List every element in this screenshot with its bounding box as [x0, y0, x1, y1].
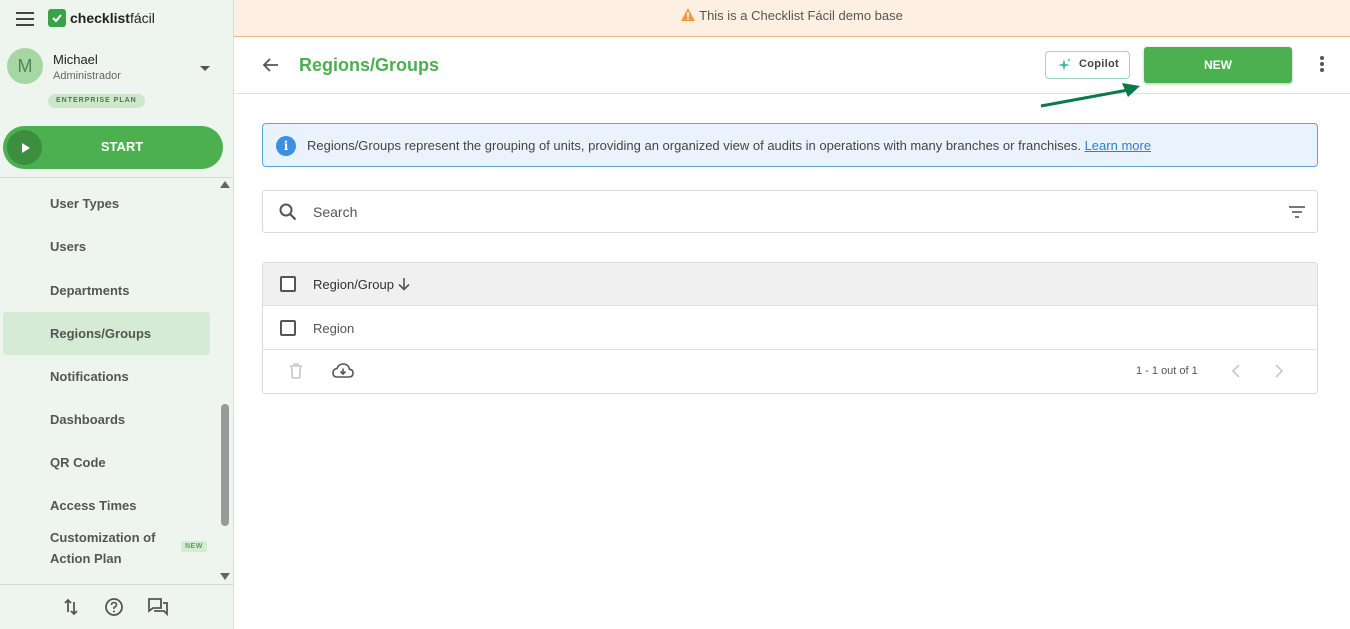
row-label: Region	[313, 321, 355, 336]
logo-text: checklistfácil	[70, 10, 155, 26]
user-menu-caret-icon[interactable]	[200, 66, 210, 71]
sidebar-item-label: Dashboards	[50, 412, 126, 427]
copilot-button-label: Copilot	[1079, 58, 1119, 70]
search-icon	[279, 203, 297, 226]
sidebar-item-label: User Types	[50, 196, 120, 211]
info-text: Regions/Groups represent the grouping of…	[307, 138, 1151, 153]
column-header-region-group[interactable]: Region/Group	[313, 277, 394, 292]
avatar[interactable]: M	[7, 48, 43, 84]
start-button-label: START	[100, 139, 144, 154]
chevron-right-icon[interactable]	[1274, 364, 1284, 383]
hamburger-menu-icon[interactable]	[16, 12, 34, 26]
demo-banner: This is a Checklist Fácil demo base	[234, 0, 1350, 37]
sidebar-item-customization-action-plan[interactable]: Customization of Action Plan NEW	[3, 527, 210, 571]
sidebar-item-departments[interactable]: Departments	[3, 269, 210, 312]
warning-icon	[681, 1, 696, 32]
user-name[interactable]: Michael	[53, 52, 98, 67]
sidebar-item-qr-code[interactable]: QR Code	[3, 441, 210, 484]
sidebar-item-label: Access Times	[50, 498, 137, 513]
chevron-left-icon[interactable]	[1231, 364, 1241, 383]
swap-vertical-icon[interactable]	[61, 597, 81, 617]
sidebar-item-users[interactable]: Users	[3, 225, 210, 268]
annotation-arrow-icon	[1040, 83, 1140, 108]
sidebar-item-label: Notifications	[50, 369, 129, 384]
checkmark-logo-icon	[48, 9, 66, 27]
info-icon: i	[276, 136, 296, 156]
sparkle-icon	[1056, 57, 1072, 78]
sidebar-menu: User Types Users Departments Regions/Gro…	[0, 178, 218, 583]
help-icon[interactable]	[104, 597, 124, 617]
new-badge: NEW	[181, 541, 207, 552]
search-input[interactable]	[313, 199, 1273, 224]
user-role: Administrador	[53, 70, 121, 82]
info-description: Regions/Groups represent the grouping of…	[307, 138, 1081, 153]
sidebar-item-label: Users	[50, 239, 87, 254]
more-options-icon[interactable]	[1316, 56, 1328, 76]
sidebar-item-dashboards[interactable]: Dashboards	[3, 398, 210, 441]
sidebar-header: checklistfácil	[0, 0, 233, 40]
trash-icon	[289, 362, 303, 385]
scroll-up-arrow-icon[interactable]	[220, 181, 230, 188]
select-all-checkbox[interactable]	[280, 276, 296, 292]
sidebar-item-label: Departments	[50, 283, 130, 298]
cloud-download-icon[interactable]	[331, 362, 355, 385]
table-header: Region/Group	[263, 263, 1317, 306]
page-title: Regions/Groups	[299, 55, 440, 75]
sidebar-scrollbar[interactable]	[221, 404, 229, 526]
sort-down-arrow-icon[interactable]	[397, 277, 411, 296]
app-logo[interactable]: checklistfácil	[48, 9, 155, 27]
new-button[interactable]: NEW	[1144, 47, 1292, 83]
sidebar-item-label: Regions/Groups	[50, 326, 152, 341]
learn-more-link[interactable]: Learn more	[1085, 138, 1151, 153]
filter-icon[interactable]	[1287, 204, 1307, 225]
start-button[interactable]: START	[3, 126, 223, 169]
plan-badge: ENTERPRISE PLAN	[48, 94, 145, 108]
regions-table: Region/Group Region 1 - 1 out of 1	[262, 262, 1318, 394]
banner-text: This is a Checklist Fácil demo base	[699, 8, 903, 23]
sidebar-item-user-types[interactable]: User Types	[3, 182, 210, 225]
sidebar-item-regions-groups[interactable]: Regions/Groups	[3, 312, 210, 355]
table-footer: 1 - 1 out of 1	[263, 350, 1317, 394]
sidebar-item-notifications[interactable]: Notifications	[3, 355, 210, 398]
sidebar-item-access-times[interactable]: Access Times	[3, 484, 210, 527]
row-checkbox[interactable]	[280, 320, 296, 336]
page-header: Regions/Groups Copilot NEW	[234, 37, 1350, 94]
copilot-button[interactable]: Copilot	[1045, 51, 1130, 79]
sidebar-item-label: QR Code	[50, 455, 106, 470]
table-row[interactable]: Region	[263, 306, 1317, 350]
scroll-down-arrow-icon[interactable]	[220, 573, 230, 580]
sidebar: checklistfácil M Michael Administrador E…	[0, 0, 234, 629]
info-box: i Regions/Groups represent the grouping …	[262, 123, 1318, 167]
sidebar-item-label: Customization of Action Plan	[50, 530, 156, 566]
pagination-info: 1 - 1 out of 1	[1136, 365, 1198, 377]
chat-icon[interactable]	[147, 597, 168, 617]
sidebar-footer	[0, 584, 233, 629]
back-arrow-icon[interactable]	[262, 56, 280, 79]
search-bar	[262, 190, 1318, 233]
